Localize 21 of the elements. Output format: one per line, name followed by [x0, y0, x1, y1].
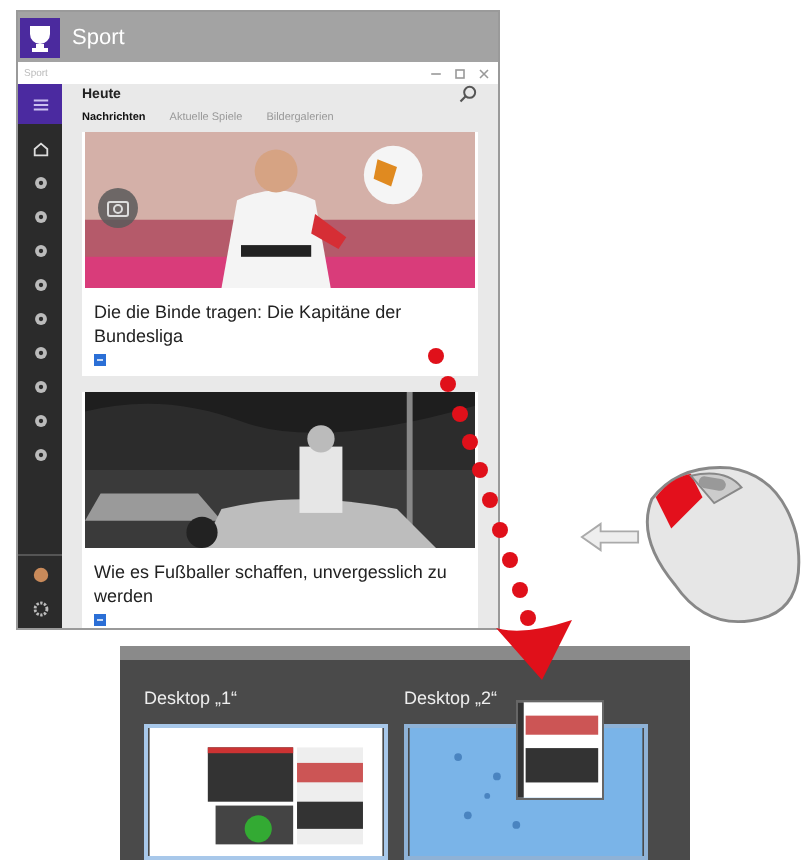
avatar-icon[interactable] [31, 566, 49, 584]
article-card[interactable]: Wie es Fußballer schaffen, unvergesslich zu werden [82, 392, 478, 628]
source-logo-icon [94, 354, 106, 366]
mouse-icon [640, 464, 804, 624]
desktop-thumbnail[interactable] [144, 724, 388, 860]
home-icon[interactable] [31, 140, 49, 158]
article-headline[interactable]: Wie es Fußballer schaffen, unvergesslich zu werden [82, 548, 478, 614]
search-icon[interactable] [458, 84, 478, 104]
gear-icon[interactable] [31, 600, 49, 618]
arrow-icon [580, 522, 640, 552]
article-headline[interactable]: Die die Binde tragen: Die Kapitäne der Bundesliga [82, 288, 478, 354]
trophy-icon [20, 17, 60, 57]
article-card[interactable]: Die die Binde tragen: Die Kapitäne der Bundesliga [82, 132, 478, 376]
desktop-label: Desktop „1“ [144, 688, 240, 712]
desktop-label: Desktop „2“ [404, 688, 500, 712]
dragged-window-overlay[interactable] [516, 700, 604, 800]
camera-icon[interactable] [98, 188, 138, 228]
menu-icon[interactable] [31, 95, 49, 113]
close-button[interactable] [476, 65, 492, 81]
source-logo-icon [94, 614, 106, 626]
app-title: Sport [72, 25, 125, 49]
